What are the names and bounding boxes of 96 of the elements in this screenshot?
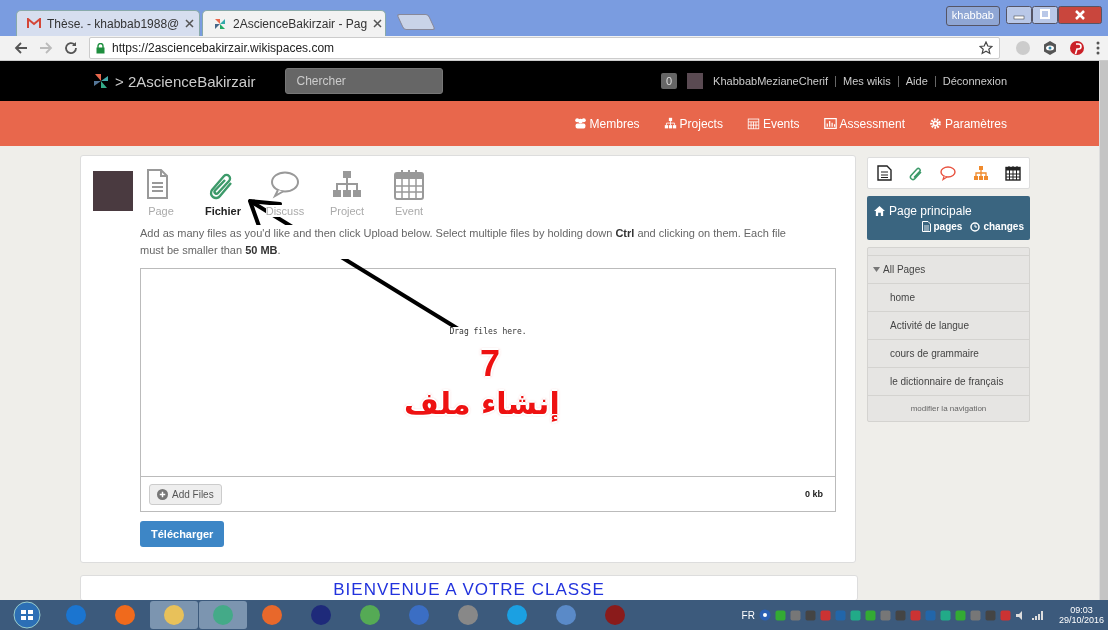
app-icon[interactable]: [114, 604, 136, 626]
close-icon[interactable]: [185, 19, 195, 28]
upload-button[interactable]: Télécharger: [140, 521, 225, 547]
home-icon: [874, 206, 885, 216]
pinwheel-icon: [213, 16, 227, 31]
main-page-link[interactable]: Page principale: [874, 204, 1024, 218]
start-button-icon[interactable]: [10, 601, 44, 629]
nav-page-link[interactable]: home: [868, 284, 1029, 312]
tray-icon[interactable]: [954, 609, 966, 621]
annotation-caption: إنشاء ملف: [404, 386, 560, 421]
header-link[interactable]: Déconnexion: [942, 75, 1007, 87]
edit-navigation-link[interactable]: modifier la navigation: [868, 396, 1029, 421]
tray-icon[interactable]: [834, 609, 846, 621]
speech-bubble-icon[interactable]: [940, 165, 957, 181]
changes-link[interactable]: changes: [970, 221, 1024, 232]
add-files-button[interactable]: Add Files: [149, 483, 222, 505]
tray-icon[interactable]: [999, 609, 1011, 621]
address-bar[interactable]: https://2asciencebakirzair.wikispaces.com: [89, 37, 1000, 59]
tray-icon[interactable]: [939, 609, 951, 621]
annotation-number: 7: [480, 346, 501, 382]
calendar-icon: [746, 117, 760, 130]
minimize-icon[interactable]: [1006, 6, 1032, 24]
nav-page-link[interactable]: Activité de langue: [868, 312, 1029, 340]
welcome-heading: BIENVENUE A VOTRE CLASSE: [333, 580, 605, 600]
lock-icon: [96, 42, 105, 54]
search-field[interactable]: Chercher: [285, 68, 444, 94]
document-icon: [921, 221, 931, 232]
language-indicator[interactable]: FR: [741, 609, 755, 621]
browser-tab[interactable]: Thèse. - khabbab1988@: [16, 10, 200, 36]
clock-icon: [970, 221, 981, 232]
bar-chart-icon: [823, 117, 837, 130]
tree-toggle[interactable]: All Pages: [868, 256, 1029, 284]
app-icon[interactable]: [310, 604, 332, 626]
app-icon[interactable]: [555, 604, 577, 626]
pinwheel-logo-icon[interactable]: [92, 72, 110, 90]
mail-icon: [27, 18, 41, 29]
create-tab[interactable]: Fichier: [192, 169, 254, 217]
header-link[interactable]: Mes wikis: [843, 75, 891, 87]
header-link[interactable]: KhabbabMezianeCherif: [713, 75, 829, 87]
extension-icon[interactable]: [1015, 40, 1031, 56]
tray-icon[interactable]: [864, 609, 876, 621]
document-icon[interactable]: [876, 165, 893, 181]
hierarchy-icon[interactable]: [972, 165, 989, 181]
scrollbar[interactable]: [1099, 61, 1108, 600]
plus-circle-icon: [157, 488, 168, 500]
close-icon[interactable]: [1058, 6, 1102, 24]
calendar-icon: [393, 169, 425, 201]
site-name-link[interactable]: > 2AscienceBakirzair: [115, 72, 256, 90]
nav-page-link[interactable]: le dictionnaire de français: [868, 368, 1029, 396]
tray-icon[interactable]: [804, 609, 816, 621]
tray-icon[interactable]: [849, 609, 861, 621]
app-icon[interactable]: [408, 604, 430, 626]
gear-icon: [928, 117, 942, 130]
users-icon: [573, 117, 587, 130]
total-size: 0 kb: [805, 489, 823, 499]
tray-icon[interactable]: [984, 609, 996, 621]
app-icon[interactable]: [359, 604, 381, 626]
signal-icon[interactable]: [1030, 609, 1043, 621]
avatar-photo: [93, 171, 133, 211]
paperclip-icon[interactable]: [908, 165, 925, 181]
speech-bubble-icon: [269, 169, 301, 201]
tray-icon[interactable]: [969, 609, 981, 621]
menu-icon[interactable]: [1096, 41, 1100, 55]
app-icon[interactable]: [604, 604, 626, 626]
app-icon[interactable]: [506, 604, 528, 626]
close-icon[interactable]: [373, 19, 383, 28]
app-icon[interactable]: [457, 604, 479, 626]
tray-icon[interactable]: [819, 609, 831, 621]
header-link[interactable]: Aide: [905, 75, 928, 87]
pin-icon[interactable]: [1069, 40, 1085, 56]
tray-icon[interactable]: [909, 609, 921, 621]
maximize-icon[interactable]: [1032, 6, 1058, 24]
help-icon[interactable]: [758, 609, 771, 621]
reload-icon[interactable]: [64, 41, 78, 55]
new-tab-button[interactable]: [396, 14, 436, 30]
forward-icon[interactable]: [39, 41, 53, 55]
pages-link[interactable]: pages: [921, 221, 963, 232]
star-icon[interactable]: [979, 41, 993, 55]
tray-icon[interactable]: [774, 609, 786, 621]
tray-icon[interactable]: [894, 609, 906, 621]
tray-icon[interactable]: [789, 609, 801, 621]
browser-tab[interactable]: 2AscienceBakirzair - Pag: [202, 10, 386, 36]
avatar-photo[interactable]: [687, 73, 704, 89]
calendar-icon[interactable]: [1004, 165, 1021, 181]
app-icon[interactable]: [163, 604, 185, 626]
eye-icon[interactable]: [1042, 40, 1058, 56]
hierarchy-icon: [663, 117, 677, 130]
tray-icon[interactable]: [879, 609, 891, 621]
notification-badge[interactable]: 0: [661, 73, 678, 89]
back-icon[interactable]: [14, 41, 28, 55]
app-icon[interactable]: [65, 604, 87, 626]
clock-date[interactable]: 29/10/2016: [1058, 615, 1104, 625]
nav-page-link[interactable]: cours de grammaire: [868, 340, 1029, 368]
app-icon[interactable]: [261, 604, 283, 626]
tray-icon[interactable]: [924, 609, 936, 621]
clock-time[interactable]: 09:03: [1070, 605, 1093, 615]
